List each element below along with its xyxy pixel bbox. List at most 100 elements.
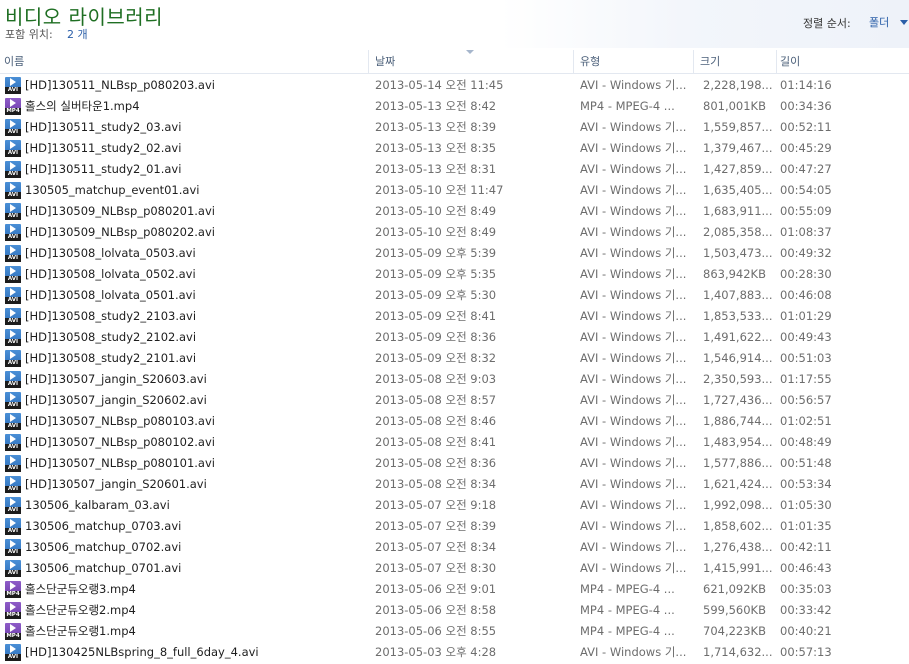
file-date: 2013-05-10 오전 8:49: [375, 204, 497, 218]
file-name: 130506_matchup_0702.avi: [25, 540, 182, 554]
file-row[interactable]: AVI [HD]130508_study2_2102.avi 2013-05-09 …: [0, 327, 909, 348]
file-row[interactable]: AVI [HD]130509_NLBsp_p080202.avi 2013-05-1…: [0, 222, 909, 243]
file-size: 801,001KB: [703, 99, 766, 113]
file-date: 2013-05-07 오전 9:18: [375, 498, 497, 512]
file-length: 00:28:30: [780, 267, 832, 281]
avi-video-file-icon: AVI: [5, 77, 21, 94]
file-length: 00:33:42: [780, 603, 832, 617]
mp4-video-file-icon: MP4: [5, 602, 21, 619]
file-length: 00:49:43: [780, 330, 832, 344]
file-type: AVI - Windows 기...: [580, 267, 687, 281]
column-header-type[interactable]: 유형: [576, 50, 693, 73]
file-type: AVI - Windows 기...: [580, 204, 687, 218]
file-date: 2013-05-08 오전 9:03: [375, 372, 497, 386]
file-row[interactable]: AVI [HD]130508_lolvata_0503.avi 2013-05-09…: [0, 243, 909, 264]
column-header-date[interactable]: 날짜: [371, 50, 573, 73]
file-row[interactable]: AVI [HD]130509_NLBsp_p080201.avi 2013-05-1…: [0, 201, 909, 222]
file-type: AVI - Windows 기...: [580, 540, 687, 554]
file-size: 1,559,857...: [703, 120, 773, 134]
file-date: 2013-05-09 오후 5:39: [375, 246, 497, 260]
file-name: 홀스단군듀오랭1.mp4: [25, 624, 136, 638]
avi-video-file-icon: AVI: [5, 245, 21, 262]
file-row[interactable]: MP4 홀스의 실버타운1.mp4 2013-05-13 오전 8:42 MP4 - …: [0, 96, 909, 117]
file-row[interactable]: MP4 홀스단군듀오랭2.mp4 2013-05-06 오전 8:58 MP4 - M…: [0, 600, 909, 621]
file-row[interactable]: AVI 130506_matchup_0703.avi 2013-05-07 오전 …: [0, 516, 909, 537]
file-name: [HD]130511_study2_02.avi: [25, 141, 182, 155]
file-row[interactable]: AVI [HD]130507_NLBsp_p080103.avi 2013-05-0…: [0, 411, 909, 432]
column-divider[interactable]: [573, 50, 574, 73]
column-header-length[interactable]: 길이: [776, 50, 909, 73]
file-type: MP4 - MPEG-4 ...: [580, 99, 675, 113]
file-name: 홀스단군듀오랭2.mp4: [25, 603, 136, 617]
file-date: 2013-05-09 오후 5:35: [375, 267, 497, 281]
file-row[interactable]: MP4 홀스단군듀오랭3.mp4 2013-05-06 오전 9:01 MP4 - M…: [0, 579, 909, 600]
file-row[interactable]: AVI 130505_matchup_event01.avi 2013-05-10 …: [0, 180, 909, 201]
file-row[interactable]: AVI [HD]130507_jangin_S20603.avi 2013-05-0…: [0, 369, 909, 390]
file-length: 01:01:35: [780, 519, 832, 533]
sort-order-dropdown[interactable]: 폴더: [869, 14, 889, 30]
mp4-video-file-icon: MP4: [5, 623, 21, 640]
avi-video-file-icon: AVI: [5, 539, 21, 556]
file-row[interactable]: AVI [HD]130511_NLBsp_p080203.avi 2013-05-1…: [0, 75, 909, 96]
file-row[interactable]: AVI [HD]130507_jangin_S20602.avi 2013-05-0…: [0, 390, 909, 411]
file-row[interactable]: AVI [HD]130508_study2_2103.avi 2013-05-09 …: [0, 306, 909, 327]
avi-video-file-icon: AVI: [5, 140, 21, 157]
file-row[interactable]: AVI [HD]130508_lolvata_0501.avi 2013-05-09…: [0, 285, 909, 306]
file-date: 2013-05-14 오전 11:45: [375, 78, 504, 92]
file-date: 2013-05-06 오전 8:55: [375, 624, 497, 638]
file-size: 2,350,593...: [703, 372, 773, 386]
column-header-size[interactable]: 크기: [696, 50, 776, 73]
file-length: 00:55:09: [780, 204, 832, 218]
file-row[interactable]: AVI [HD]130511_study2_03.avi 2013-05-13 오전…: [0, 117, 909, 138]
file-length: 00:49:32: [780, 246, 832, 260]
file-name: [HD]130511_study2_03.avi: [25, 120, 182, 134]
file-row[interactable]: AVI [HD]130508_lolvata_0502.avi 2013-05-09…: [0, 264, 909, 285]
file-date: 2013-05-09 오전 8:36: [375, 330, 497, 344]
file-date: 2013-05-06 오전 8:58: [375, 603, 497, 617]
file-row[interactable]: AVI [HD]130425NLBspring_8_full_6day_4.avi…: [0, 642, 909, 663]
file-length: 00:48:49: [780, 435, 832, 449]
file-row[interactable]: AVI 130506_matchup_0701.avi 2013-05-07 오전 …: [0, 558, 909, 579]
file-date: 2013-05-07 오전 8:39: [375, 519, 497, 533]
includes-locations-link[interactable]: 2 개: [67, 26, 88, 42]
file-date: 2013-05-03 오후 4:28: [375, 645, 497, 659]
file-date: 2013-05-08 오전 8:41: [375, 435, 497, 449]
mp4-video-file-icon: MP4: [5, 581, 21, 598]
file-length: 00:56:57: [780, 393, 832, 407]
file-type: AVI - Windows 기...: [580, 225, 687, 239]
file-type: AVI - Windows 기...: [580, 351, 687, 365]
file-name: [HD]130509_NLBsp_p080201.avi: [25, 204, 215, 218]
file-size: 1,483,954...: [703, 435, 773, 449]
file-row[interactable]: MP4 홀스단군듀오랭1.mp4 2013-05-06 오전 8:55 MP4 - M…: [0, 621, 909, 642]
file-date: 2013-05-08 오전 8:46: [375, 414, 497, 428]
avi-video-file-icon: AVI: [5, 560, 21, 577]
file-type: MP4 - MPEG-4 ...: [580, 624, 675, 638]
file-date: 2013-05-08 오전 8:36: [375, 456, 497, 470]
file-row[interactable]: AVI [HD]130508_study2_2101.avi 2013-05-09 …: [0, 348, 909, 369]
avi-video-file-icon: AVI: [5, 161, 21, 178]
file-row[interactable]: AVI [HD]130507_NLBsp_p080102.avi 2013-05-0…: [0, 432, 909, 453]
file-row[interactable]: AVI [HD]130511_study2_01.avi 2013-05-13 오전…: [0, 159, 909, 180]
column-divider[interactable]: [368, 50, 369, 73]
file-length: 00:52:11: [780, 120, 832, 134]
file-size: 704,223KB: [703, 624, 766, 638]
file-type: AVI - Windows 기...: [580, 414, 687, 428]
file-row[interactable]: AVI [HD]130507_NLBsp_p080101.avi 2013-05-0…: [0, 453, 909, 474]
avi-video-file-icon: AVI: [5, 224, 21, 241]
file-type: AVI - Windows 기...: [580, 372, 687, 386]
file-row[interactable]: AVI 130506_kalbaram_03.avi 2013-05-07 오전 9…: [0, 495, 909, 516]
file-name: [HD]130507_jangin_S20602.avi: [25, 393, 207, 407]
file-row[interactable]: AVI 130506_matchup_0702.avi 2013-05-07 오전 …: [0, 537, 909, 558]
file-length: 00:53:34: [780, 477, 832, 491]
column-header-name[interactable]: 이름: [0, 50, 368, 73]
file-length: 01:08:37: [780, 225, 832, 239]
file-row[interactable]: AVI [HD]130507_jangin_S20601.avi 2013-05-0…: [0, 474, 909, 495]
file-name: [HD]130508_lolvata_0502.avi: [25, 267, 196, 281]
chevron-down-icon[interactable]: [900, 20, 908, 25]
file-size: 1,727,436...: [703, 393, 773, 407]
column-divider[interactable]: [693, 50, 694, 73]
file-name: [HD]130507_NLBsp_p080102.avi: [25, 435, 215, 449]
file-type: AVI - Windows 기...: [580, 561, 687, 575]
file-name: 130506_matchup_0703.avi: [25, 519, 182, 533]
file-row[interactable]: AVI [HD]130511_study2_02.avi 2013-05-13 오전…: [0, 138, 909, 159]
